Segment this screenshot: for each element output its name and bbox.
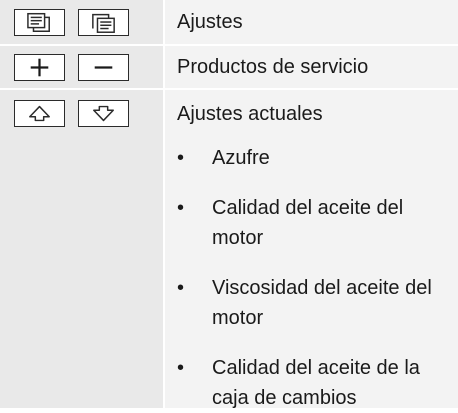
window-back-key[interactable]: [14, 9, 65, 36]
list-item: Calidad del aceite de la caja de cambios: [212, 357, 420, 409]
row-label: Ajustes actuales: [177, 103, 323, 125]
text-cell: Ajustes: [165, 0, 458, 44]
settings-table: Ajustes Productos de servicio Ajustes ac…: [0, 0, 458, 409]
window-back-icon: [27, 12, 50, 33]
arrow-down-key[interactable]: [78, 100, 129, 127]
arrow-up-key[interactable]: [14, 100, 65, 127]
arrow-up-icon: [29, 105, 50, 122]
row-label: Ajustes: [177, 11, 243, 33]
arrow-down-icon: [93, 105, 114, 122]
list-item: Azufre: [212, 147, 270, 169]
row-label: Productos de servicio: [177, 56, 369, 78]
minus-icon: [94, 66, 113, 69]
row-ajustes: Ajustes: [0, 0, 458, 44]
bullet-icon: •: [177, 357, 185, 379]
text-cell: Ajustes actuales • Azufre • Calidad del …: [165, 90, 458, 409]
window-front-key[interactable]: [78, 9, 129, 36]
list-item: Viscosidad del aceite del motor: [212, 277, 432, 329]
bullet-icon: •: [177, 197, 185, 219]
row-ajustes-actuales: Ajustes actuales • Azufre • Calidad del …: [0, 90, 458, 409]
key-cell: [0, 90, 163, 408]
minus-key[interactable]: [78, 54, 129, 81]
text-cell: Productos de servicio: [165, 46, 458, 88]
row-productos-servicio: Productos de servicio: [0, 46, 458, 88]
bullet-icon: •: [177, 147, 185, 169]
plus-key[interactable]: [14, 54, 65, 81]
list-item: Calidad del aceite del motor: [212, 197, 404, 249]
key-cell: [0, 46, 163, 88]
plus-icon: [30, 58, 49, 77]
window-front-icon: [92, 13, 115, 33]
bullet-icon: •: [177, 277, 185, 299]
key-cell: [0, 0, 163, 44]
